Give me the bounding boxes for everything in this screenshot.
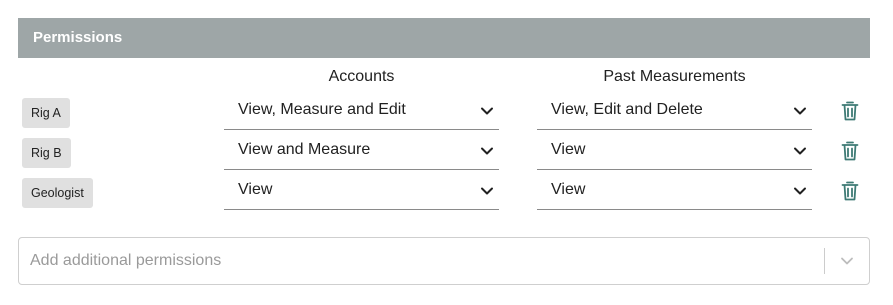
accounts-select-rig-b[interactable]: View and Measure (224, 132, 499, 170)
trash-icon[interactable] (840, 140, 860, 162)
chevron-down-icon[interactable] (837, 251, 857, 271)
add-permissions-select[interactable]: Add additional permissions (18, 237, 870, 285)
chevron-down-icon (794, 107, 806, 115)
role-chip-rig-b: Rig B (22, 138, 71, 168)
chevron-down-icon (481, 147, 493, 155)
column-header-past-measurements: Past Measurements (603, 68, 746, 85)
select-value: View (238, 181, 273, 198)
select-value: View, Edit and Delete (551, 101, 703, 118)
trash-icon[interactable] (840, 100, 860, 122)
select-value: View and Measure (238, 141, 371, 158)
permissions-panel-header: Permissions (18, 18, 870, 58)
panel-title: Permissions (33, 29, 123, 46)
indicator-separator (824, 248, 825, 274)
select-value: View, Measure and Edit (238, 101, 406, 118)
accounts-select-geologist[interactable]: View (224, 172, 499, 210)
past-measurements-select-rig-a[interactable]: View, Edit and Delete (537, 92, 812, 130)
past-measurements-select-geologist[interactable]: View (537, 172, 812, 210)
chevron-down-icon (481, 187, 493, 195)
select-value: View (551, 181, 586, 198)
add-permissions-placeholder: Add additional permissions (30, 252, 222, 269)
chevron-down-icon (481, 107, 493, 115)
role-chip-rig-a: Rig A (22, 98, 70, 128)
chevron-down-icon (794, 147, 806, 155)
accounts-select-rig-a[interactable]: View, Measure and Edit (224, 92, 499, 130)
column-header-accounts: Accounts (328, 68, 395, 85)
select-value: View (551, 141, 586, 158)
role-chip-geologist: Geologist (22, 178, 93, 208)
chevron-down-icon (794, 187, 806, 195)
trash-icon[interactable] (840, 180, 860, 202)
past-measurements-select-rig-b[interactable]: View (537, 132, 812, 170)
